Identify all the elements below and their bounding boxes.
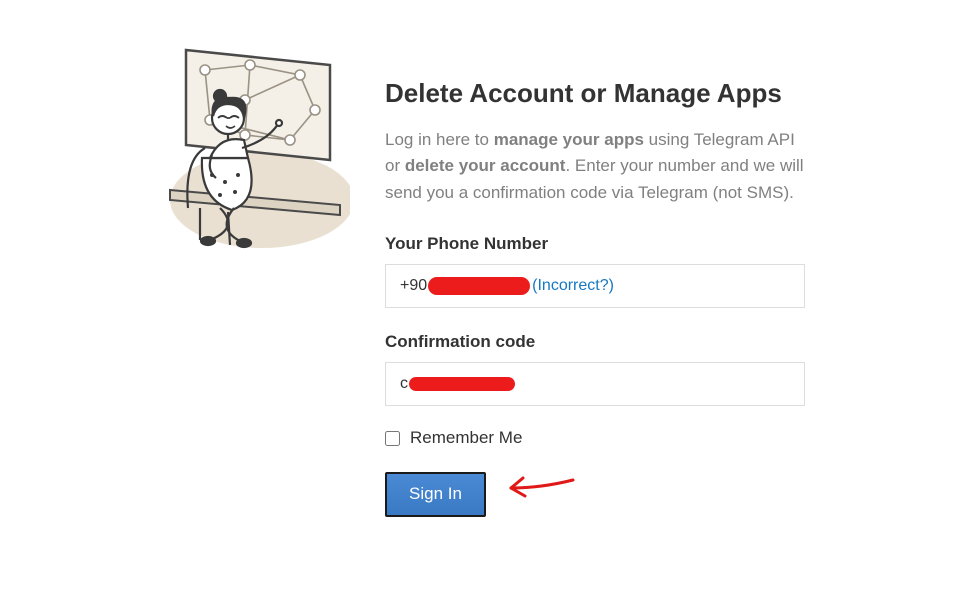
confirmation-code-label: Confirmation code [385,332,805,352]
desc-bold: manage your apps [494,130,644,149]
illustration-column [150,40,360,517]
sign-in-button[interactable]: Sign In [385,472,486,517]
phone-prefix: +90 [400,277,427,295]
remember-me-checkbox[interactable] [385,431,400,446]
confirmation-code-input[interactable]: c [385,362,805,406]
redaction-mark [428,277,530,295]
phone-number-label: Your Phone Number [385,234,805,254]
page-description: Log in here to manage your apps using Te… [385,127,805,206]
girl-with-display-illustration [150,40,350,250]
desc-text: Log in here to [385,130,494,149]
incorrect-link[interactable]: (Incorrect?) [532,277,614,295]
page-title: Delete Account or Manage Apps [385,78,805,109]
desc-bold: delete your account [405,156,566,175]
redaction-mark [409,377,515,391]
remember-me-label[interactable]: Remember Me [410,428,522,448]
code-prefix: c [400,375,408,393]
phone-number-display: +90 (Incorrect?) [385,264,805,308]
